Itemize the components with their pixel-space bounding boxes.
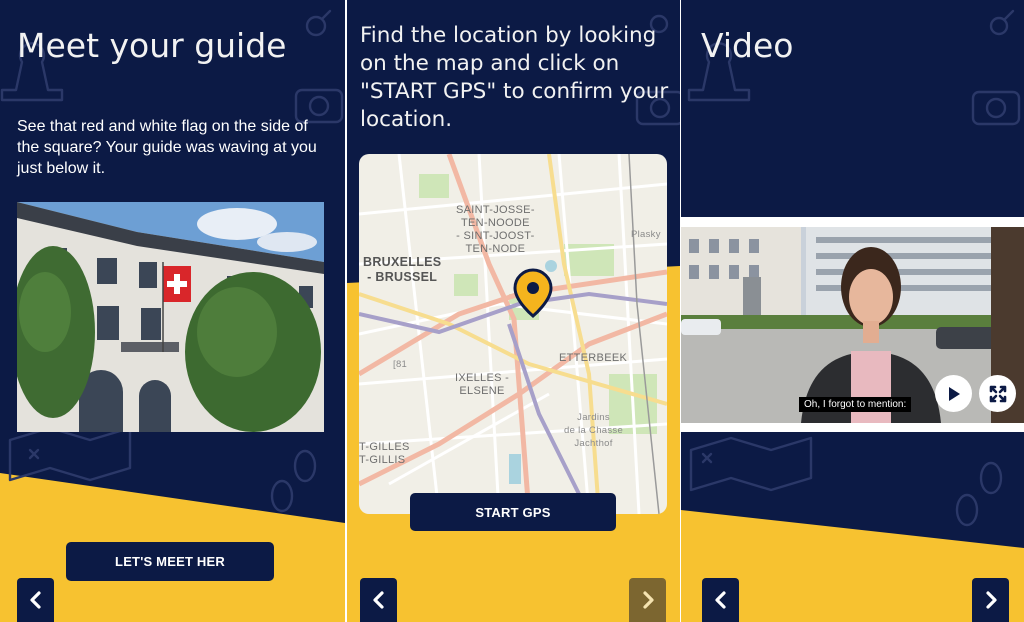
map-label-saint-josse: SAINT-JOSSE- TEN-NOODE - SINT-JOOST- TEN… (456, 204, 535, 255)
page-title: Video (701, 26, 794, 65)
chevron-right-icon (985, 591, 997, 609)
chevron-left-icon (29, 591, 41, 609)
next-button[interactable] (972, 578, 1009, 622)
previous-button[interactable] (360, 578, 397, 622)
video-caption: Oh, I forgot to mention: (799, 397, 912, 412)
lets-meet-her-button[interactable]: LET'S MEET HER (66, 542, 274, 581)
video-container: Oh, I forgot to mention: (681, 217, 1024, 432)
map-label-road: [81 (393, 359, 408, 370)
map-label-jardins: Jardins de la Chasse Jachthof (564, 412, 624, 449)
previous-button[interactable] (702, 578, 739, 622)
video-panel: Video Oh, I forgot to mention: (681, 0, 1024, 622)
guide-panel: Meet your guide See that red and white f… (0, 0, 345, 622)
next-button[interactable] (629, 578, 666, 622)
map-label-etterbeek: ETTERBEEK (559, 352, 628, 364)
play-icon (948, 386, 960, 401)
location-panel: Find the location by looking on the map … (347, 0, 680, 622)
chevron-left-icon (372, 591, 384, 609)
map-label-bruxelles: BRUXELLES - BRUSSEL (363, 255, 442, 284)
chevron-left-icon (714, 591, 726, 609)
fullscreen-icon (989, 385, 1006, 402)
chevron-right-icon (642, 591, 654, 609)
guide-description: See that red and white flag on the side … (17, 118, 317, 177)
play-button[interactable] (935, 375, 972, 412)
previous-button[interactable] (17, 578, 54, 622)
map-label-plasky: Plasky (631, 229, 661, 240)
video-player[interactable]: Oh, I forgot to mention: (681, 227, 1024, 423)
building-photo (17, 202, 324, 432)
fullscreen-button[interactable] (979, 375, 1016, 412)
instruction-text: Find the location by looking on the map … (360, 23, 669, 132)
map-label-saint-gilles: T-GILLES T-GILLIS (359, 441, 410, 466)
map-view[interactable]: SAINT-JOSSE- TEN-NOODE - SINT-JOOST- TEN… (359, 154, 667, 514)
page-title: Meet your guide (17, 26, 287, 65)
start-gps-button[interactable]: START GPS (410, 493, 616, 531)
map-label-ixelles: IXELLES - ELSENE (455, 372, 510, 397)
